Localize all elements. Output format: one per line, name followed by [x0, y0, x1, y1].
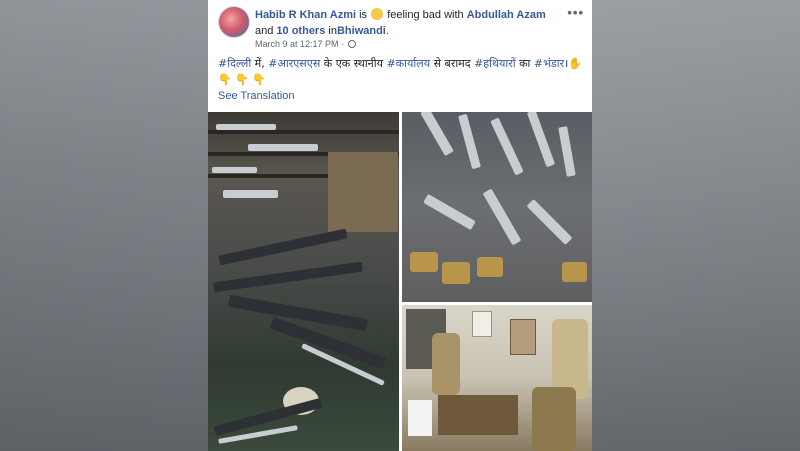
knife — [458, 113, 481, 170]
sword — [213, 261, 363, 293]
blade — [212, 167, 257, 173]
hashtag-link[interactable]: #भंडार — [534, 57, 564, 70]
in-text: in — [328, 25, 337, 37]
hashtag-link[interactable]: #कार्यालय — [387, 57, 431, 70]
photo-police-officers[interactable] — [402, 305, 592, 451]
brass-knuckles — [562, 262, 587, 282]
document — [408, 400, 432, 436]
knife — [558, 126, 576, 177]
photo-weapons-stockpile[interactable] — [208, 112, 399, 451]
knife — [526, 112, 556, 168]
knife — [423, 193, 476, 231]
and-text: and — [255, 25, 274, 37]
wall-frame — [510, 319, 536, 355]
post-meta: March 9 at 12:17 PM · — [255, 39, 356, 49]
others-link[interactable]: 10 others — [276, 25, 325, 37]
is-text: is — [359, 9, 368, 21]
post-text-segment: में, — [251, 57, 269, 70]
author-name-link[interactable]: Habib R Khan Azmi — [255, 9, 356, 21]
post-text-segment: के एक स्थानीय — [320, 57, 387, 70]
author-avatar[interactable] — [218, 6, 250, 38]
hashtag-link[interactable]: #आरएसएस — [268, 57, 320, 70]
place-link[interactable]: Bhiwandi — [337, 25, 386, 37]
knife — [420, 112, 454, 157]
background-blur-left — [0, 0, 208, 451]
brass-knuckles — [442, 262, 470, 284]
feeling-text: feeling bad with — [387, 9, 464, 21]
hashtag-link[interactable]: #हथियारों — [474, 57, 516, 70]
post-author-line: Habib R Khan Azmi is feeling bad with Ab… — [255, 7, 555, 39]
knife — [490, 117, 524, 176]
brass-knuckles — [410, 252, 438, 272]
knife — [526, 199, 573, 245]
doorway — [328, 152, 398, 232]
desk — [438, 395, 518, 435]
sword — [269, 316, 387, 370]
post-text: #दिल्ली में, #आरएसएस के एक स्थानीय #कार्… — [218, 56, 582, 88]
post-text-segment: का — [515, 57, 534, 70]
meta-separator: · — [341, 39, 345, 49]
knife — [482, 188, 522, 246]
pointing-hand-emoji: 👇 — [235, 73, 249, 86]
blade — [248, 144, 318, 151]
more-options-icon[interactable]: ••• — [567, 5, 584, 20]
globe-icon — [347, 40, 356, 48]
pointing-hand-emoji: ✋ — [568, 57, 582, 70]
post-text-segment: से बरामद — [430, 57, 475, 70]
pointing-hand-emoji: 👇 — [218, 73, 232, 86]
facebook-post-card: Habib R Khan Azmi is feeling bad with Ab… — [208, 0, 592, 451]
wall-notice — [472, 311, 492, 337]
police-officer — [432, 333, 460, 395]
post-timestamp[interactable]: March 9 at 12:17 PM — [255, 39, 339, 49]
photo-knives-brass-knuckles[interactable] — [402, 112, 592, 302]
brass-knuckles — [477, 257, 503, 277]
shelf — [208, 130, 399, 134]
hashtag-link[interactable]: #दिल्ली — [218, 57, 251, 70]
police-officer — [532, 387, 576, 451]
tagged-person-link[interactable]: Abdullah Azam — [467, 9, 546, 21]
post-header: Habib R Khan Azmi is feeling bad with Ab… — [208, 0, 592, 52]
see-translation-link[interactable]: See Translation — [218, 90, 294, 102]
blade — [216, 124, 276, 130]
pointing-hand-emoji: 👇 — [252, 73, 267, 86]
background-blur-right — [592, 0, 800, 451]
sword — [218, 228, 348, 266]
worried-face-emoji — [371, 8, 384, 20]
period-text: . — [385, 25, 389, 37]
post-text-body: #दिल्ली में, #आरएसएस के एक स्थानीय #कार्… — [218, 57, 568, 70]
shelf — [208, 174, 328, 178]
blade — [223, 190, 278, 198]
